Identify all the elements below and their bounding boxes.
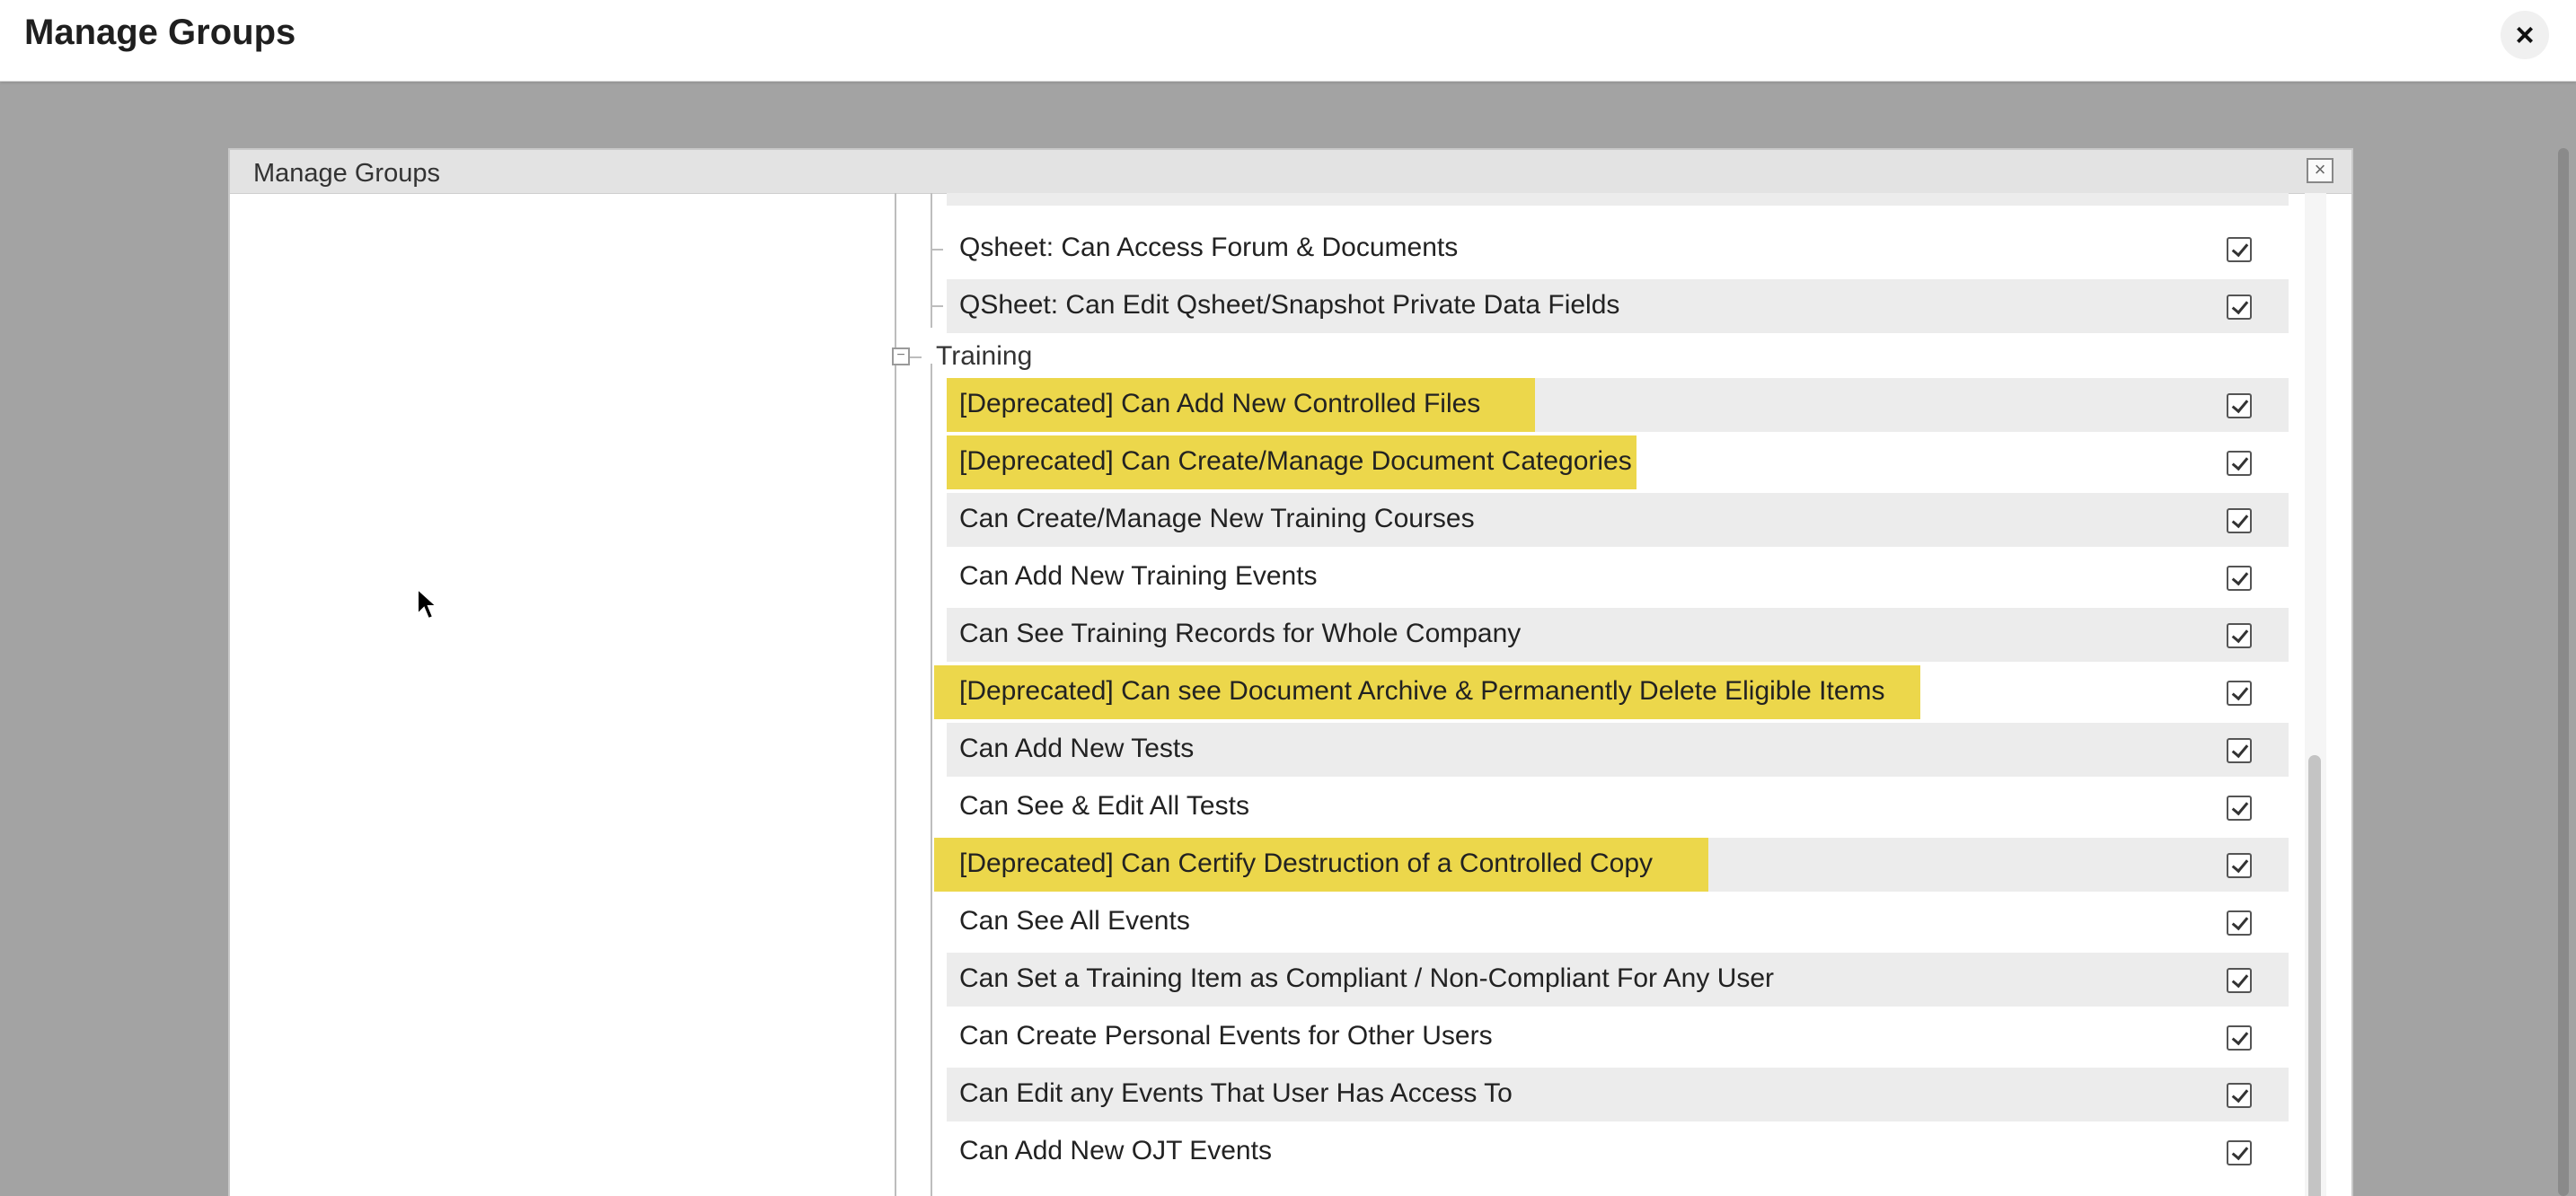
dialog-close-icon[interactable]: × [2307,158,2333,183]
permission-row: Can Add New Training Events [947,550,2289,604]
permission-label: Can Add New Training Events [959,561,1318,591]
manage-groups-dialog: Manage Groups × Qsheet: Can Access Forum… [228,148,2353,1196]
permissions-tree: Qsheet: Can Access Forum & Documents QSh… [230,193,2351,1196]
permission-checkbox[interactable] [2227,1025,2252,1051]
top-header: Manage Groups × [0,0,2576,82]
close-icon[interactable]: × [2501,11,2549,59]
permission-checkbox[interactable] [2227,237,2252,262]
permission-checkbox[interactable] [2227,796,2252,821]
tree-row-partial [947,193,2289,206]
permission-checkbox[interactable] [2227,910,2252,936]
permission-label: Qsheet: Can Access Forum & Documents [959,233,1459,262]
permission-label: [Deprecated] Can Create/Manage Document … [959,446,1632,476]
permission-label: Can Set a Training Item as Compliant / N… [959,963,1775,993]
permission-checkbox[interactable] [2227,1083,2252,1108]
permission-row: Can Edit any Events That User Has Access… [947,1068,2289,1121]
permission-checkbox[interactable] [2227,566,2252,591]
permission-checkbox[interactable] [2227,623,2252,648]
permission-label: Can Add New OJT Events [959,1136,1272,1165]
permission-label: [Deprecated] Can Certify Destruction of … [959,849,1654,878]
tree-line [931,249,943,251]
permission-row: Can See & Edit All Tests [947,780,2289,834]
permission-checkbox[interactable] [2227,968,2252,993]
dialog-header: Manage Groups × [230,150,2351,194]
permission-row: QSheet: Can Edit Qsheet/Snapshot Private… [947,279,2289,333]
permission-label: Can Create Personal Events for Other Use… [959,1021,1493,1051]
permission-checkbox[interactable] [2227,681,2252,706]
permission-label: QSheet: Can Edit Qsheet/Snapshot Private… [959,290,1620,320]
permission-checkbox[interactable] [2227,508,2252,533]
permission-checkbox[interactable] [2227,451,2252,476]
permission-checkbox[interactable] [2227,853,2252,878]
permission-checkbox[interactable] [2227,295,2252,320]
permission-row: [Deprecated] Can see Document Archive & … [934,665,2289,719]
permission-row: Can See Training Records for Whole Compa… [947,608,2289,662]
page-title: Manage Groups [24,13,296,52]
permission-label: Can Create/Manage New Training Courses [959,504,1475,533]
permission-label: Can See Training Records for Whole Compa… [959,619,1522,648]
permission-row: Can Create/Manage New Training Courses [947,493,2289,547]
group-label-training[interactable]: Training [936,341,1032,372]
permission-row: Can See All Events [947,895,2289,949]
page-scrollbar[interactable] [2558,148,2569,1196]
permission-row: Can Add New Tests [947,723,2289,777]
permission-checkbox[interactable] [2227,393,2252,418]
dialog-title: Manage Groups [253,159,440,188]
permission-checkbox[interactable] [2227,738,2252,763]
tree-scrollbar-thumb[interactable] [2308,755,2321,1196]
permission-row: [Deprecated] Can Add New Controlled File… [947,378,2289,432]
tree-line [931,364,932,1196]
tree-line [895,193,896,1196]
permission-label: Can See All Events [959,906,1190,936]
permission-row: Can Set a Training Item as Compliant / N… [947,953,2289,1007]
permission-checkbox[interactable] [2227,1140,2252,1165]
permission-label: Can See & Edit All Tests [959,791,1249,821]
permission-row: Can Create Personal Events for Other Use… [947,1010,2289,1064]
permission-label: Can Edit any Events That User Has Access… [959,1078,1513,1108]
tree-line [931,305,943,307]
permission-label: Can Add New Tests [959,734,1195,763]
collapse-icon[interactable]: − [892,347,910,365]
permission-label: [Deprecated] Can see Document Archive & … [959,676,1885,706]
tree-line [931,193,932,328]
permission-row: [Deprecated] Can Certify Destruction of … [934,838,2289,892]
permission-row: Can Add New OJT Events [947,1125,2289,1179]
permission-row: [Deprecated] Can Create/Manage Document … [947,435,2289,489]
permission-row: Qsheet: Can Access Forum & Documents [947,222,2289,276]
permission-label: [Deprecated] Can Add New Controlled File… [959,389,1481,418]
mouse-cursor-icon [417,587,439,620]
